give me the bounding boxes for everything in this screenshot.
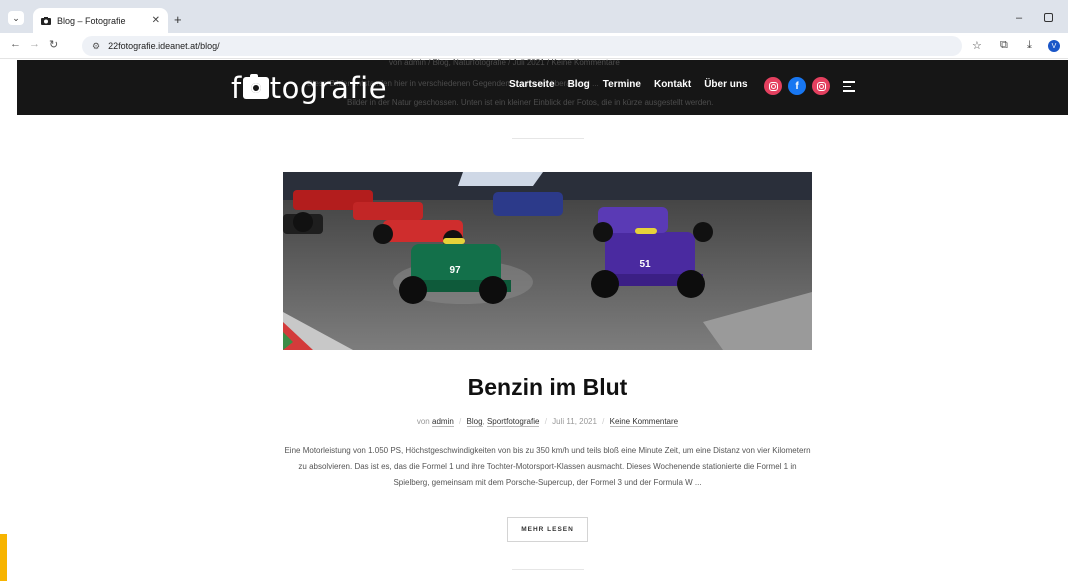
back-arrow-icon[interactable]: ← <box>10 38 21 50</box>
logo-letter-f: f <box>231 71 242 105</box>
separator-top <box>512 138 584 139</box>
bookmark-star-icon[interactable]: ☆ <box>972 39 982 52</box>
accent-bar <box>0 534 7 581</box>
reload-icon[interactable]: ↻ <box>49 38 58 51</box>
extensions-icon[interactable]: ⧉ <box>1000 39 1008 52</box>
featured-image-race[interactable]: 97 51 <box>283 172 812 350</box>
forward-arrow-icon[interactable]: → <box>29 38 40 50</box>
profile-avatar[interactable]: V <box>1048 40 1060 52</box>
instagram-icon[interactable] <box>812 77 830 95</box>
post-date: Juli 11, 2021 <box>552 417 597 426</box>
nav-ueber-uns[interactable]: Über uns <box>704 79 747 90</box>
nav-startseite[interactable]: Startseite <box>509 79 555 90</box>
meta-separator: / <box>602 417 605 426</box>
author-link[interactable]: admin <box>432 417 454 427</box>
ghost-text-line-2: Bilder in der Natur geschossen. Unten is… <box>347 98 714 107</box>
address-toolbar: ← → ↻ ⚙ 22fotografie.ideanet.at/blog/ ☆ … <box>0 33 1068 59</box>
main-nav: Startseite Blog Termine Kontakt Über uns <box>509 79 748 90</box>
post-meta: von admin / Blog, Sportfotografie / Juli… <box>283 417 812 427</box>
meta-prefix: von <box>416 417 430 426</box>
site-header: von admin / Blog, Naturfotografie / Juli… <box>17 58 1068 115</box>
close-tab-icon[interactable]: ✕ <box>152 15 160 26</box>
site-logo[interactable]: f tografie <box>231 70 387 106</box>
site-info-icon[interactable]: ⚙ <box>92 41 100 52</box>
tab-search-button[interactable]: ⌄ <box>8 11 24 25</box>
camera-logo-icon <box>242 74 269 99</box>
nav-blog[interactable]: Blog <box>568 79 590 90</box>
new-tab-button[interactable]: + <box>174 12 182 27</box>
nav-kontakt[interactable]: Kontakt <box>654 79 691 90</box>
comments-link[interactable]: Keine Kommentare <box>609 417 679 427</box>
logo-text: tografie <box>269 71 388 105</box>
separator-bottom <box>512 569 584 570</box>
url-text: 22fotografie.ideanet.at/blog/ <box>108 41 220 51</box>
browser-tab[interactable]: Blog – Fotografie ✕ <box>33 8 168 33</box>
address-bar[interactable]: ⚙ 22fotografie.ideanet.at/blog/ <box>82 36 962 56</box>
facebook-icon[interactable]: f <box>788 77 806 95</box>
ghost-post-meta: von admin / Blog, Naturfotografie / Juli… <box>389 58 620 67</box>
nav-termine[interactable]: Termine <box>603 79 641 90</box>
instagram-icon[interactable] <box>764 77 782 95</box>
car-number-51: 51 <box>639 259 651 270</box>
restore-window-button[interactable] <box>1044 13 1053 22</box>
car-number-97: 97 <box>449 265 461 276</box>
meta-separator: / <box>544 417 547 426</box>
camera-favicon-icon <box>41 16 51 25</box>
meta-separator: / <box>459 417 462 426</box>
web-page: von admin / Blog, Naturfotografie / Juli… <box>0 58 1068 581</box>
category-link-blog[interactable]: Blog <box>466 417 483 427</box>
post-excerpt: Eine Motorleistung von 1.050 PS, Höchstg… <box>284 446 811 487</box>
minimize-window-button[interactable]: – <box>1016 12 1022 24</box>
read-more-button[interactable]: MEHR LESEN <box>507 517 588 542</box>
category-link-sportfotografie[interactable]: Sportfotografie <box>486 417 540 427</box>
race-photo: 97 51 <box>283 172 812 350</box>
download-icon[interactable]: ⤓ <box>1027 39 1032 52</box>
menu-hamburger-icon[interactable] <box>843 81 855 95</box>
browser-tab-bar: ⌄ Blog – Fotografie ✕ + – <box>0 0 1068 33</box>
tab-title: Blog – Fotografie <box>57 15 126 26</box>
post-title[interactable]: Benzin im Blut <box>283 374 812 401</box>
